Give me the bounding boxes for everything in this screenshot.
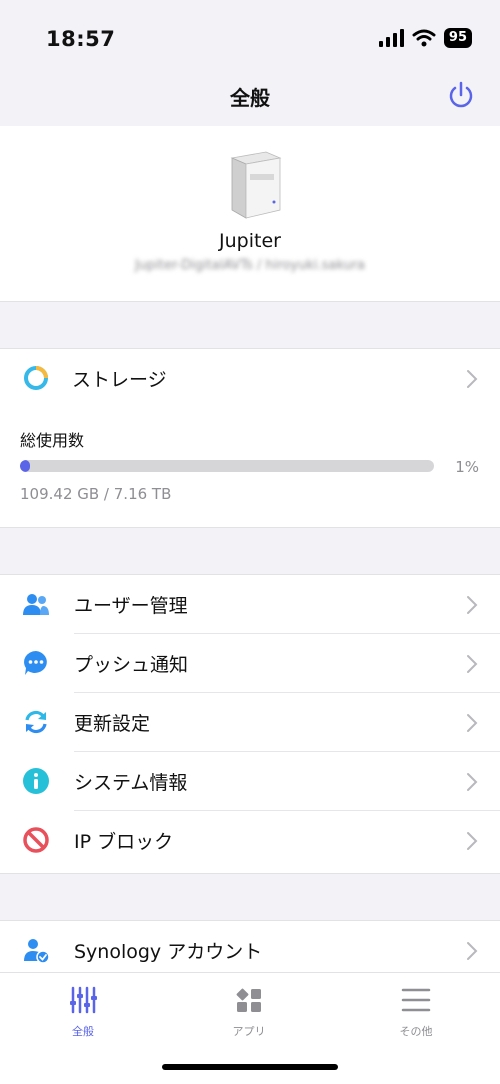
menu-item-label: 更新設定 [74,713,151,735]
page-title: 全般 [230,86,270,110]
chevron-right-icon [467,370,478,388]
hamburger-menu-icon [401,988,431,1012]
block-icon [23,827,49,853]
tab-label: アプリ [232,1025,266,1038]
home-indicator [162,1064,338,1070]
users-icon [23,594,49,615]
status-icons: 95 [378,28,472,48]
storage-card: ストレージ 総使用数 1% 109.42 GB / 7.16 TB [0,348,500,528]
menu-item-system-info[interactable]: システム情報 [0,752,500,811]
menu-item-ip-block[interactable]: IP ブロック [0,811,500,870]
storage-label: ストレージ [72,369,167,391]
tab-other[interactable]: その他 [356,985,476,1039]
account-check-icon [24,939,50,964]
battery-indicator: 95 [443,28,472,48]
menu-item-label: システム情報 [74,772,188,794]
menu-item-label: ユーザー管理 [74,595,188,617]
usage-detail: 109.42 GB / 7.16 TB [20,485,172,503]
nav-bar: 全般 [0,70,500,127]
device-subtitle: Jupiter-DigitalAVTs / hiroyuki.sakura [134,258,366,273]
tab-apps[interactable]: アプリ [189,985,309,1039]
usage-progress-fill [20,460,30,472]
menu-item-label: IP ブロック [74,831,174,853]
chevron-right-icon [467,832,478,850]
wifi-icon [412,29,436,47]
chevron-right-icon [467,714,478,732]
status-bar: 18:57 95 [0,0,500,70]
storage-donut-icon [24,366,48,390]
refresh-icon [25,710,47,734]
chevron-right-icon [467,596,478,614]
status-time: 18:57 [46,27,116,51]
usage-percent: 1% [455,458,479,476]
usage-progress-bar [20,460,434,472]
menu-item-label: プッシュ通知 [74,654,189,676]
signal-icon [378,29,404,47]
usage-title: 総使用数 [20,431,85,450]
chevron-right-icon [467,655,478,673]
storage-row[interactable]: ストレージ [0,349,500,408]
chevron-right-icon [467,942,478,960]
chat-bubble-icon [24,651,47,675]
menu-item-label: Synology アカウント [74,941,263,963]
menu-item-push-notification[interactable]: プッシュ通知 [0,634,500,693]
menu-item-user-management[interactable]: ユーザー管理 [0,575,500,634]
power-icon[interactable] [446,80,476,110]
device-name: Jupiter [219,230,281,252]
sliders-icon [70,986,97,1014]
chevron-right-icon [467,773,478,791]
menu-card: ユーザー管理 プッシュ通知 更新設定 システム情報 IP ブロック [0,574,500,874]
apps-grid-icon [236,988,261,1012]
nas-device-image [230,151,282,219]
menu-item-update-settings[interactable]: 更新設定 [0,693,500,752]
info-icon [23,768,49,794]
tab-label: 全般 [72,1025,94,1038]
tab-general[interactable]: 全般 [23,985,143,1039]
tab-label: その他 [399,1025,433,1038]
device-card: Jupiter Jupiter-DigitalAVTs / hiroyuki.s… [0,126,500,302]
